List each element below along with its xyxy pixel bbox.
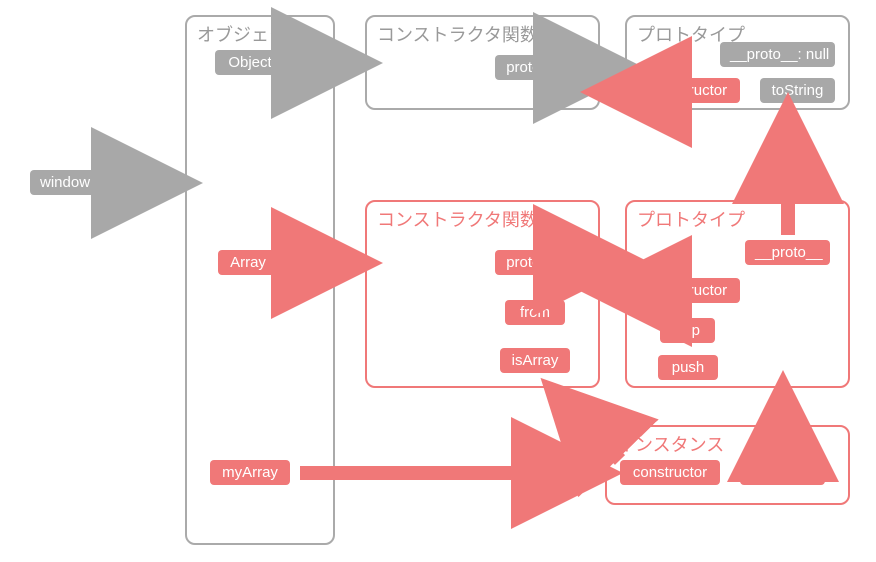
arr-proto-pop-pill: pop bbox=[660, 318, 715, 343]
object-box-title: オブジェクト bbox=[197, 21, 305, 47]
obj-proto-tostring-pill: toString bbox=[760, 78, 835, 103]
arr-ctor-isarray-pill: isArray bbox=[500, 348, 570, 373]
window-pill: window bbox=[30, 170, 100, 195]
obj-ctor-prototype-pill: prototype bbox=[495, 55, 580, 80]
obj-proto-proto-pill: __proto__: null bbox=[720, 42, 835, 67]
object-pill: Object bbox=[215, 50, 285, 75]
myarray-pill: myArray bbox=[210, 460, 290, 485]
arr-ctor-title: コンストラクタ関数 bbox=[377, 206, 538, 232]
inst-constructor-pill: constructor bbox=[620, 460, 720, 485]
arr-ctor-from-pill: from bbox=[505, 300, 565, 325]
obj-ctor-title: コンストラクタ関数 bbox=[377, 21, 538, 47]
obj-proto-constructor-pill: constructor bbox=[640, 78, 740, 103]
arr-proto-constructor-pill: constructor bbox=[640, 278, 740, 303]
inst-proto-pill: __proto__ bbox=[740, 460, 825, 485]
arr-proto-proto-pill: __proto__ bbox=[745, 240, 830, 265]
array-pill: Array bbox=[218, 250, 278, 275]
arr-proto-title: プロトタイプ bbox=[637, 206, 745, 232]
inst-title: インスタンス bbox=[617, 431, 724, 457]
arr-proto-push-pill: push bbox=[658, 355, 718, 380]
arr-ctor-prototype-pill: prototype bbox=[495, 250, 580, 275]
